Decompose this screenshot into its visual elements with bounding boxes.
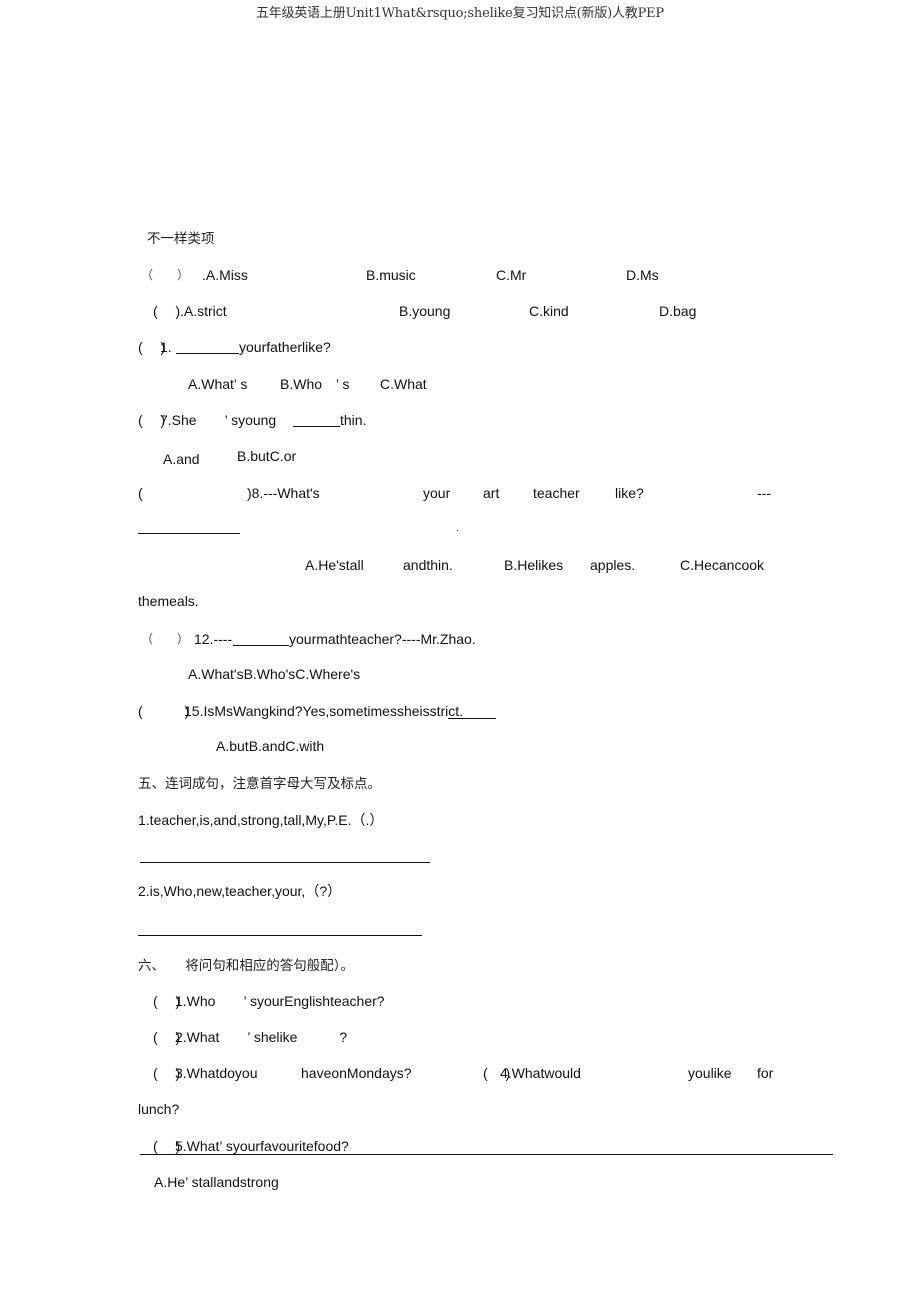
option-c-cont: themeals.: [138, 593, 199, 609]
divider-line: [140, 1154, 833, 1155]
section-title-six: 六、 将问句和相应的答句般配）。: [138, 958, 354, 974]
answer-paren[interactable]: （ ）: [141, 266, 189, 284]
option-c: C.What: [380, 376, 427, 392]
section-title-odd-one-out: 不一样类项: [147, 231, 215, 247]
question-word: art: [483, 485, 500, 501]
question-word: like?: [615, 485, 644, 501]
match-question: 2.What ’ shelike ?: [175, 1029, 348, 1045]
answer-paren-open[interactable]: (: [138, 484, 143, 502]
option-b: B.young: [399, 303, 451, 319]
question-stem: 15.IsMsWangkind?Yes,sometimessheisstrict…: [184, 703, 464, 719]
option-b-cont: apples.: [590, 557, 636, 573]
question-stem: yourfatherlike?: [239, 339, 331, 355]
reorder-item-2: 2.is,Who,new,teacher,your,（?）: [138, 883, 342, 899]
option-b: B.Helikes: [504, 557, 564, 573]
blank-line[interactable]: [448, 718, 496, 719]
answer-dash: ---: [757, 485, 771, 501]
blank-line[interactable]: [293, 426, 340, 427]
reorder-item-1: 1.teacher,is,and,strong,tall,My,P.E.（.）: [138, 812, 384, 828]
question-word: teacher: [533, 485, 580, 501]
options: A.What'sB.Who'sC.Where's: [188, 666, 361, 682]
option-a: .A.strict: [180, 303, 227, 319]
match-answer-a: A.He’ stallandstrong: [154, 1174, 279, 1190]
blank-line[interactable]: [233, 645, 289, 646]
question-stem-start: 7.She ’ syoung: [160, 412, 277, 428]
answer-line-2[interactable]: [138, 935, 422, 936]
match-question-cont: for: [757, 1065, 774, 1081]
options: A.butB.andC.with: [216, 738, 325, 754]
option-a: A.He'stall: [305, 557, 364, 573]
option-c: C.kind: [529, 303, 569, 319]
answer-paren[interactable]: ( ): [153, 302, 180, 320]
dot-mark: .: [456, 523, 459, 534]
blank-line[interactable]: [138, 533, 240, 534]
option-b-c: B.butC.or: [237, 448, 297, 464]
match-question-cont: haveonMondays?: [301, 1065, 412, 1081]
option-c: C.Mr: [496, 267, 527, 283]
question-number: 12.----: [194, 631, 233, 647]
answer-paren[interactable]: （ ）: [141, 630, 189, 648]
answer-line-1[interactable]: [140, 862, 430, 863]
match-question: 5.What’ syourfavouritefood?: [175, 1138, 349, 1154]
answer-paren[interactable]: ( ): [138, 702, 189, 720]
option-b: B.music: [366, 267, 416, 283]
match-question-cont: lunch?: [138, 1101, 180, 1117]
option-a: A.What’ s: [188, 376, 248, 392]
option-a: .A.Miss: [202, 267, 248, 283]
question-stem: yourmathteacher?----Mr.Zhao.: [289, 631, 476, 647]
option-b: B.Who ’ s: [280, 376, 350, 392]
match-question-cont: youlike: [688, 1065, 732, 1081]
question-number: 1.: [160, 339, 172, 355]
match-question: 3.Whatdoyou: [175, 1065, 258, 1081]
match-question: 4.Whatwould: [500, 1065, 581, 1081]
question-stem-start: )8.---What's: [247, 485, 320, 501]
section-title-five: 五、连词成句，注意首字母大写及标点。: [138, 776, 381, 792]
option-a: A.and: [163, 451, 200, 467]
match-question: 1.Who ’ syourEnglishteacher?: [175, 993, 385, 1009]
question-stem-end: thin.: [340, 412, 367, 428]
option-d: D.bag: [659, 303, 697, 319]
question-word: your: [423, 485, 451, 501]
blank-line[interactable]: [176, 353, 239, 354]
page-header-title: 五年级英语上册Unit1What&rsquo;shelike复习知识点(新版)人…: [255, 6, 664, 21]
option-d: D.Ms: [626, 267, 659, 283]
option-c: C.Hecancook: [680, 557, 765, 573]
option-a-cont: andthin.: [403, 557, 453, 573]
